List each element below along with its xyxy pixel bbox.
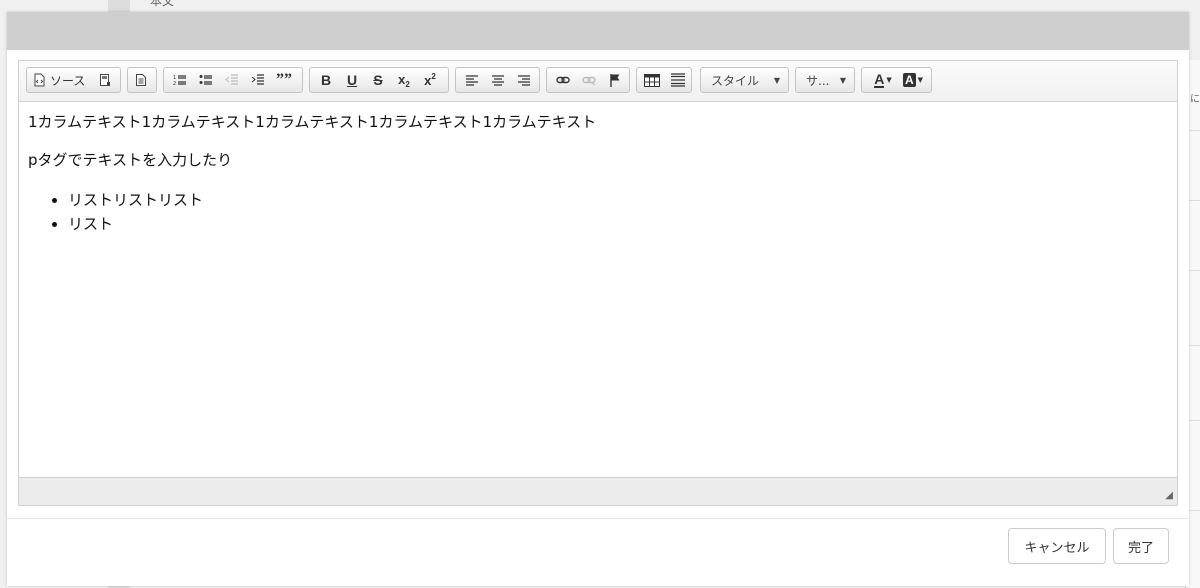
unlink-button[interactable] <box>576 68 602 92</box>
blockquote-button[interactable]: ”” <box>271 68 297 92</box>
content-list: リストリストリスト リスト <box>28 188 1168 236</box>
cancel-button[interactable]: キャンセル <box>1008 528 1106 564</box>
style-combo[interactable]: スタイル ▼ <box>700 67 789 93</box>
align-center-icon <box>491 74 505 86</box>
list-item: リスト <box>68 212 1168 236</box>
content-paragraph: 1カラムテキスト1カラムテキスト1カラムテキスト1カラムテキスト1カラムテキスト <box>28 113 597 131</box>
svg-text:2: 2 <box>173 81 176 86</box>
align-left-button[interactable] <box>459 68 485 92</box>
background-color-icon: A ▼ <box>902 73 924 87</box>
rich-text-editor: ソース 12 ”” B U S x2 x2 スタイル ▼ サ... ▼ A ▼ … <box>18 60 1178 506</box>
toolbar-group-links <box>546 67 630 93</box>
numbered-list-button[interactable]: 12 <box>167 68 193 92</box>
modal-header <box>7 12 1189 50</box>
resize-handle-icon[interactable]: ◢ <box>1165 490 1173 501</box>
anchor-button[interactable] <box>602 68 628 92</box>
unlink-icon <box>582 75 596 85</box>
source-icon <box>33 73 46 87</box>
align-right-icon <box>517 74 531 86</box>
strikethrough-button[interactable]: S <box>365 68 391 92</box>
link-button[interactable] <box>550 68 576 92</box>
link-icon <box>556 75 570 85</box>
text-color-icon: A ▼ <box>874 70 892 88</box>
table-button[interactable] <box>639 68 665 92</box>
toolbar-group-paragraph: 12 ”” <box>163 67 303 93</box>
align-center-button[interactable] <box>485 68 511 92</box>
chevron-down-icon: ▼ <box>773 75 780 85</box>
superscript-button[interactable]: x2 <box>417 68 443 92</box>
underline-button[interactable]: U <box>339 68 365 92</box>
text-color-button[interactable]: A ▼ <box>868 68 898 92</box>
toolbar-group-basicstyles: B U S x2 x2 <box>309 67 449 93</box>
modal-footer-divider <box>7 518 1189 519</box>
content-paragraph: pタグでテキストを入力したり <box>28 151 233 169</box>
subscript-button[interactable]: x2 <box>391 68 417 92</box>
bulleted-list-icon <box>199 74 213 86</box>
subscript-icon: x2 <box>398 71 410 89</box>
numbered-list-icon: 12 <box>173 74 187 86</box>
maximize-icon <box>99 73 111 87</box>
bold-button[interactable]: B <box>313 68 339 92</box>
editor-content[interactable]: 1カラムテキスト1カラムテキスト1カラムテキスト1カラムテキスト1カラムテキスト… <box>19 102 1177 476</box>
bold-icon: B <box>320 72 332 88</box>
indent-button[interactable] <box>245 68 271 92</box>
blockquote-icon: ”” <box>276 71 292 88</box>
background-color-button[interactable]: A ▼ <box>898 68 928 92</box>
superscript-icon: x2 <box>424 72 436 88</box>
flag-icon <box>609 73 621 87</box>
horizontal-line-icon <box>671 73 685 87</box>
background-right-char: に <box>1190 94 1200 105</box>
toolbar-group-insert <box>636 67 692 93</box>
strikethrough-icon: S <box>373 72 383 88</box>
chevron-down-icon: ▼ <box>839 75 846 85</box>
editor-statusbar: ◢ <box>19 477 1177 505</box>
list-item: リストリストリスト <box>68 188 1168 212</box>
outdent-button[interactable] <box>219 68 245 92</box>
toolbar-group-document: ソース <box>26 67 121 93</box>
toolbar-group-template <box>127 67 157 93</box>
size-combo-label: サ... <box>806 73 830 88</box>
background-label: 本文 <box>150 0 175 8</box>
table-icon <box>644 73 660 87</box>
indent-icon <box>251 74 265 86</box>
underline-icon: U <box>346 72 358 88</box>
editor-toolbar: ソース 12 ”” B U S x2 x2 スタイル ▼ サ... ▼ A ▼ … <box>19 61 1177 102</box>
template-button[interactable] <box>128 68 154 92</box>
document-icon <box>135 73 147 87</box>
align-left-icon <box>465 74 479 86</box>
size-combo[interactable]: サ... ▼ <box>795 67 855 93</box>
bulleted-list-button[interactable] <box>193 68 219 92</box>
toolbar-group-align <box>455 67 540 93</box>
horizontal-line-button[interactable] <box>665 68 691 92</box>
source-label: ソース <box>50 73 86 88</box>
maximize-button[interactable] <box>92 68 118 92</box>
done-button[interactable]: 完了 <box>1113 528 1169 564</box>
outdent-icon <box>225 74 239 86</box>
source-button[interactable]: ソース <box>27 68 88 92</box>
align-right-button[interactable] <box>511 68 537 92</box>
style-combo-label: スタイル <box>711 73 760 88</box>
editor-modal: ソース 12 ”” B U S x2 x2 スタイル ▼ サ... ▼ A ▼ … <box>7 12 1189 586</box>
toolbar-group-colors: A ▼ A ▼ <box>861 67 932 93</box>
